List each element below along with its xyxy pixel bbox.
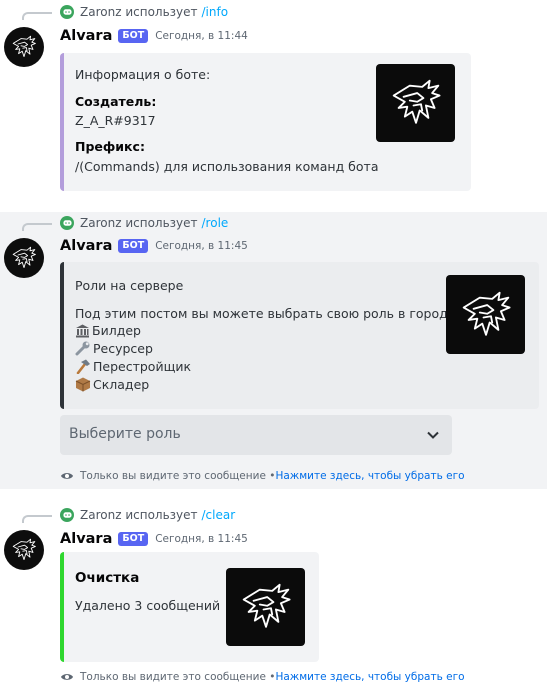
role-item: Складер	[75, 377, 149, 392]
field-value: Z_A_R#9317	[75, 113, 156, 128]
bank-icon	[76, 324, 89, 337]
reply-verb: использует	[125, 508, 198, 522]
wrench-icon	[75, 341, 90, 356]
reply-user[interactable]: Zaronz	[80, 5, 122, 19]
select-placeholder: Выберите роль	[69, 426, 181, 442]
reply-verb: использует	[125, 216, 198, 230]
role-label: Ресурсер	[93, 341, 153, 356]
ephemeral-text: Только вы видите это сообщение •	[80, 671, 276, 683]
bot-badge: БОТ	[118, 239, 149, 253]
message-header: Alvara БОТ Сегодня, в 11:45	[60, 531, 248, 547]
timestamp: Сегодня, в 11:44	[155, 30, 248, 42]
chevron-down-icon	[427, 431, 439, 439]
role-item: Билдер	[75, 323, 141, 338]
role-item: Ресурсер	[75, 341, 153, 356]
eye-icon	[61, 473, 73, 479]
reply-command[interactable]: /role	[202, 216, 229, 230]
embed-title: Информация о боте:	[75, 67, 211, 82]
role-label: Билдер	[92, 323, 141, 338]
ephemeral-notice: Только вы видите это сообщение • Нажмите…	[60, 470, 465, 482]
embed: Роли на сервере Под этим постом вы может…	[60, 262, 539, 409]
author-name[interactable]: Alvara	[60, 238, 112, 254]
avatar[interactable]	[4, 238, 44, 278]
embed-thumbnail[interactable]	[376, 64, 455, 142]
ephemeral-notice: Только вы видите это сообщение • Нажмите…	[60, 671, 465, 683]
discord-icon	[60, 5, 74, 19]
embed-title: Очистка	[75, 570, 140, 586]
reply-context[interactable]: Zaronz использует/clear	[22, 508, 236, 523]
bot-badge: БОТ	[118, 29, 149, 43]
role-select[interactable]: Выберите роль	[60, 415, 452, 455]
package-icon	[75, 377, 91, 392]
author-name[interactable]: Alvara	[60, 531, 112, 547]
reply-user[interactable]: Zaronz	[80, 508, 122, 522]
reply-spine	[22, 12, 52, 20]
discord-icon	[60, 508, 74, 522]
field-value: /(Commands) для использования команд бот…	[75, 159, 379, 174]
embed: Информация о боте: Создатель: Z_A_R#9317…	[60, 53, 471, 191]
dismiss-link[interactable]: Нажмите здесь, чтобы убрать его	[275, 470, 464, 482]
message-header: Alvara БОТ Сегодня, в 11:45	[60, 238, 248, 254]
embed: Очистка Удалено 3 сообщений	[60, 552, 319, 662]
message-info: Zaronz использует/info Alvara БОТ Сегодн…	[0, 0, 547, 205]
reply-context[interactable]: Zaronz использует/info	[22, 5, 229, 20]
reply-spine	[22, 515, 52, 523]
bot-badge: БОТ	[118, 532, 149, 546]
message-header: Alvara БОТ Сегодня, в 11:44	[60, 28, 248, 44]
avatar[interactable]	[4, 27, 44, 67]
embed-title: Роли на сервере	[75, 278, 184, 293]
field-name: Создатель:	[75, 94, 157, 109]
role-label: Складер	[93, 377, 150, 392]
dismiss-link[interactable]: Нажмите здесь, чтобы убрать его	[275, 671, 464, 683]
avatar[interactable]	[4, 530, 44, 570]
reply-context[interactable]: Zaronz использует/role	[22, 216, 229, 231]
author-name[interactable]: Alvara	[60, 28, 112, 44]
embed-description: Удалено 3 сообщений	[75, 598, 221, 613]
message-clear: Zaronz использует/clear Alvara БОТ Сегод…	[0, 500, 547, 687]
eye-icon	[61, 674, 73, 680]
reply-command[interactable]: /clear	[202, 508, 236, 522]
timestamp: Сегодня, в 11:45	[155, 533, 248, 545]
reply-user[interactable]: Zaronz	[80, 216, 122, 230]
reply-spine	[22, 223, 52, 231]
role-label: Перестройщик	[93, 359, 192, 374]
hammer-icon	[76, 359, 90, 374]
message-role: Zaronz использует/role Alvara БОТ Сегодн…	[0, 212, 547, 489]
role-item: Перестройщик	[75, 359, 191, 374]
embed-accent	[60, 262, 64, 409]
reply-verb: использует	[125, 5, 198, 19]
discord-icon	[60, 216, 74, 230]
ephemeral-text: Только вы видите это сообщение •	[80, 470, 276, 482]
reply-command[interactable]: /info	[202, 5, 229, 19]
field-name: Префикс:	[75, 139, 145, 154]
timestamp: Сегодня, в 11:45	[155, 240, 248, 252]
embed-thumbnail[interactable]	[446, 275, 525, 354]
embed-description: Под этим постом вы можете выбрать свою р…	[75, 306, 460, 321]
embed-accent	[60, 552, 64, 662]
embed-thumbnail[interactable]	[226, 568, 305, 646]
embed-accent	[60, 53, 64, 191]
